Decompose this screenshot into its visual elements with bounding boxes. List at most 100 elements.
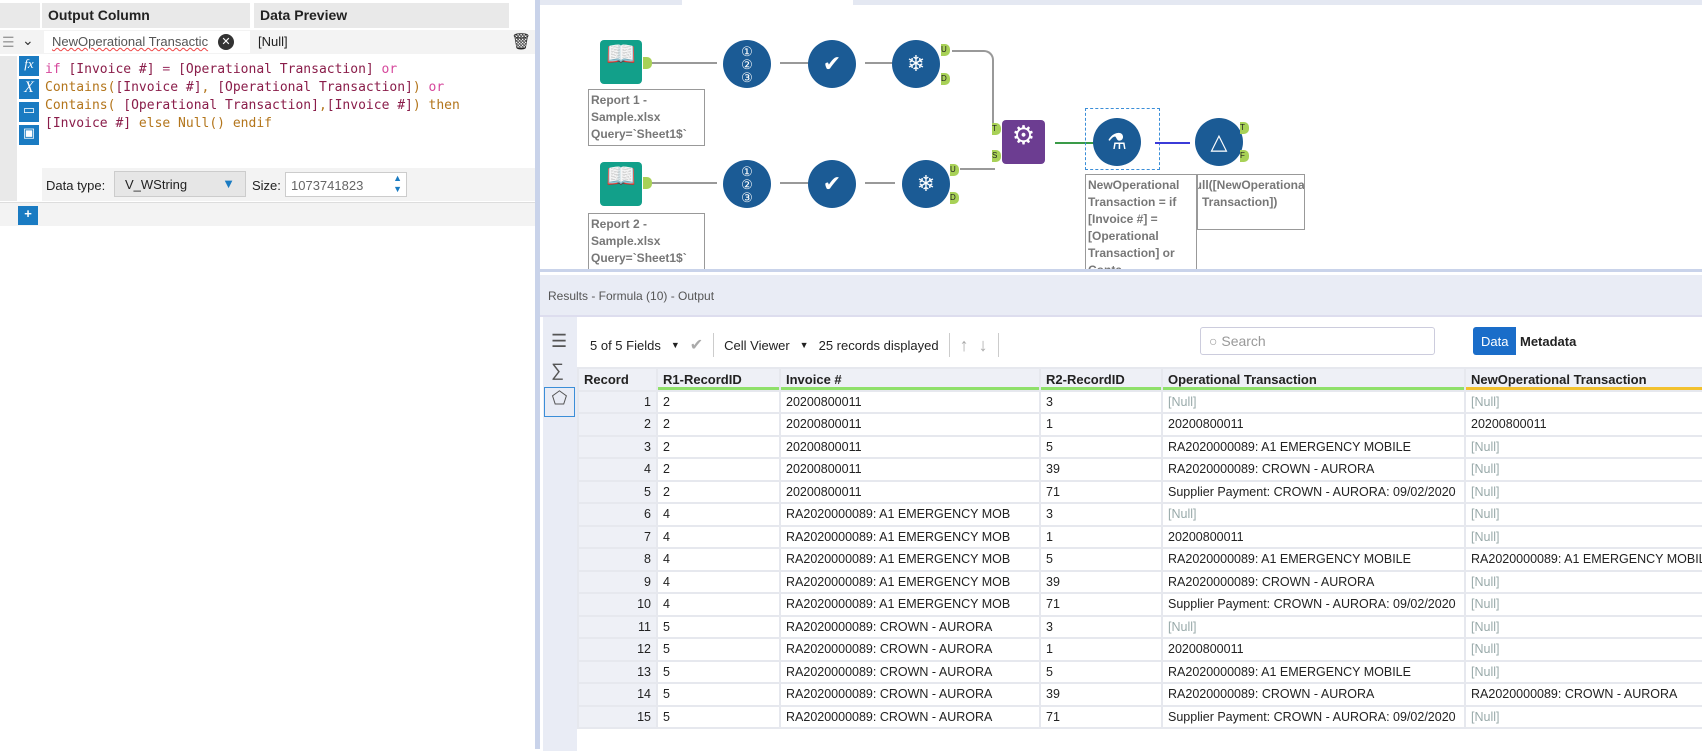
table-cell[interactable]: 39 xyxy=(1039,682,1163,707)
table-cell[interactable]: 71 xyxy=(1039,592,1163,617)
filter-tool[interactable]: △ xyxy=(1195,118,1243,166)
table-cell[interactable]: [Null] xyxy=(1464,637,1702,662)
table-row[interactable]: 9 4 RA2020000089: A1 EMERGENCY MOB 39 RA2020… xyxy=(577,569,1702,594)
table-cell[interactable]: [Null] xyxy=(1464,569,1702,594)
record-number[interactable]: 4 xyxy=(577,457,658,482)
tag-icon[interactable]: ⬠ xyxy=(544,387,575,417)
table-cell[interactable]: RA2020000089: CROWN - AURORA xyxy=(779,659,1041,684)
table-cell[interactable]: Supplier Payment: CROWN - AURORA: 09/02/… xyxy=(1161,479,1466,504)
table-cell[interactable]: RA2020000089: CROWN - AURORA xyxy=(779,637,1041,662)
table-cell[interactable]: 2 xyxy=(656,412,781,437)
expression-editor[interactable]: if [Invoice #] = [Operational Transactio… xyxy=(45,61,533,133)
cell-viewer-button[interactable]: Cell Viewer xyxy=(724,338,790,353)
true-anchor[interactable]: T xyxy=(1240,122,1249,134)
record-id-tool-2[interactable]: ①②③ xyxy=(723,160,771,208)
table-cell[interactable]: 20200800011 xyxy=(1161,412,1466,437)
table-row[interactable]: 7 4 RA2020000089: A1 EMERGENCY MOB 1 2020080… xyxy=(577,524,1702,549)
record-id-tool-1[interactable]: ①②③ xyxy=(723,40,771,88)
save-icon[interactable]: ▣ xyxy=(19,125,39,145)
table-cell[interactable]: RA2020000089: A1 EMERGENCY MOB xyxy=(779,547,1041,572)
drag-handle-icon[interactable]: ☰ xyxy=(2,34,15,51)
clear-icon[interactable]: ✕ xyxy=(218,34,234,50)
column-header[interactable]: R1-RecordID xyxy=(656,367,781,392)
duplicate-anchor[interactable]: D xyxy=(950,192,959,204)
table-cell[interactable]: [Null] xyxy=(1464,704,1702,729)
table-cell[interactable]: 1 xyxy=(1039,524,1163,549)
table-cell[interactable]: [Null] xyxy=(1464,434,1702,459)
table-cell[interactable]: 2 xyxy=(656,434,781,459)
table-row[interactable]: 5 2 20200800011 71 Supplier Payment: CROWN -… xyxy=(577,479,1702,504)
spinner-icon[interactable]: ▲ ▼ xyxy=(393,173,402,195)
table-cell[interactable]: RA2020000089: CROWN - AURORA xyxy=(779,614,1041,639)
folder-icon[interactable]: ▭ xyxy=(19,102,39,122)
record-number[interactable]: 10 xyxy=(577,592,658,617)
input-data-tool-1[interactable]: 📖 xyxy=(600,40,642,84)
table-cell[interactable]: RA2020000089: A1 EMERGENCY MOBILE xyxy=(1161,547,1466,572)
table-cell[interactable]: [Null] xyxy=(1464,502,1702,527)
tab-data[interactable]: Data xyxy=(1473,327,1516,355)
table-cell[interactable]: 71 xyxy=(1039,704,1163,729)
table-cell[interactable]: [Null] xyxy=(1464,524,1702,549)
record-number[interactable]: 5 xyxy=(577,479,658,504)
table-cell[interactable]: 4 xyxy=(656,524,781,549)
dropdown-arrow-icon[interactable]: ▼ xyxy=(800,340,809,350)
table-cell[interactable]: 39 xyxy=(1039,457,1163,482)
table-cell[interactable]: [Null] xyxy=(1464,389,1702,414)
table-cell[interactable]: 20200800011 xyxy=(1464,412,1702,437)
table-cell[interactable]: 5 xyxy=(1039,434,1163,459)
table-cell[interactable]: 3 xyxy=(1039,502,1163,527)
unique-tool-1[interactable]: ❄ xyxy=(892,40,940,88)
table-row[interactable]: 2 2 20200800011 1 20200800011 20200800011 xyxy=(577,412,1702,437)
table-row[interactable]: 10 4 RA2020000089: A1 EMERGENCY MOB 71 Suppl… xyxy=(577,592,1702,617)
table-cell[interactable]: 2 xyxy=(656,389,781,414)
table-cell[interactable]: [Null] xyxy=(1464,479,1702,504)
table-cell[interactable]: RA2020000089: CROWN - AURORA xyxy=(1161,569,1466,594)
record-number[interactable]: 2 xyxy=(577,412,658,437)
output-anchor[interactable] xyxy=(643,177,652,189)
table-cell[interactable]: 20200800011 xyxy=(779,434,1041,459)
table-cell[interactable]: 20200800011 xyxy=(779,412,1041,437)
table-cell[interactable]: 71 xyxy=(1039,479,1163,504)
table-row[interactable]: 11 5 RA2020000089: CROWN - AURORA 3 [Null] [N… xyxy=(577,614,1702,639)
table-cell[interactable]: 5 xyxy=(656,682,781,707)
column-header[interactable]: Record xyxy=(577,367,658,392)
table-cell[interactable]: [Null] xyxy=(1161,614,1466,639)
table-cell[interactable]: RA2020000089: CROWN - AURORA xyxy=(1161,457,1466,482)
table-cell[interactable]: 3 xyxy=(1039,614,1163,639)
source-anchor[interactable]: S xyxy=(992,150,1001,162)
table-cell[interactable]: [Null] xyxy=(1464,659,1702,684)
table-row[interactable]: 1 2 20200800011 3 [Null] [Null] xyxy=(577,389,1702,414)
column-header[interactable]: R2-RecordID xyxy=(1039,367,1163,392)
table-cell[interactable]: 1 xyxy=(1039,637,1163,662)
table-cell[interactable]: RA2020000089: A1 EMERGENCY MOBILE xyxy=(1161,434,1466,459)
table-cell[interactable]: RA2020000089: CROWN - AURORA xyxy=(1464,682,1702,707)
table-cell[interactable]: Supplier Payment: CROWN - AURORA: 09/02/… xyxy=(1161,592,1466,617)
table-cell[interactable]: [Null] xyxy=(1464,614,1702,639)
record-number[interactable]: 1 xyxy=(577,389,658,414)
record-number[interactable]: 8 xyxy=(577,547,658,572)
checkmark-icon[interactable]: ✔ xyxy=(690,335,703,355)
record-number[interactable]: 12 xyxy=(577,637,658,662)
table-cell[interactable]: RA2020000089: A1 EMERGENCY MOB xyxy=(779,524,1041,549)
tab-metadata[interactable]: Metadata xyxy=(1516,327,1702,355)
record-number[interactable]: 15 xyxy=(577,704,658,729)
unique-anchor[interactable]: U xyxy=(950,164,959,176)
table-cell[interactable]: RA2020000089: A1 EMERGENCY MOBILE xyxy=(1161,659,1466,684)
duplicate-anchor[interactable]: D xyxy=(941,73,950,85)
record-number[interactable]: 3 xyxy=(577,434,658,459)
table-cell[interactable]: 3 xyxy=(1039,389,1163,414)
select-tool-1[interactable]: ✔ xyxy=(808,40,856,88)
target-anchor[interactable]: T xyxy=(992,123,1001,135)
table-row[interactable]: 14 5 RA2020000089: CROWN - AURORA 39 RA20200… xyxy=(577,682,1702,707)
table-cell[interactable]: 4 xyxy=(656,592,781,617)
table-row[interactable]: 3 2 20200800011 5 RA2020000089: A1 EMERGENCY… xyxy=(577,434,1702,459)
table-row[interactable]: 15 5 RA2020000089: CROWN - AURORA 71 Supplie… xyxy=(577,704,1702,729)
table-row[interactable]: 12 5 RA2020000089: CROWN - AURORA 1 20200800… xyxy=(577,637,1702,662)
input-data-tool-2[interactable]: 📖 xyxy=(600,162,642,206)
table-cell[interactable]: 20200800011 xyxy=(779,389,1041,414)
workflow-canvas[interactable]: 📖 ①②③ ✔ ❄ U D Report 1 - Sample.xlsx Que… xyxy=(540,0,1702,272)
table-cell[interactable]: 5 xyxy=(656,637,781,662)
dropdown-arrow-icon[interactable]: ▼ xyxy=(671,340,680,350)
table-cell[interactable]: Supplier Payment: CROWN - AURORA: 09/02/… xyxy=(1161,704,1466,729)
table-cell[interactable]: 5 xyxy=(1039,659,1163,684)
